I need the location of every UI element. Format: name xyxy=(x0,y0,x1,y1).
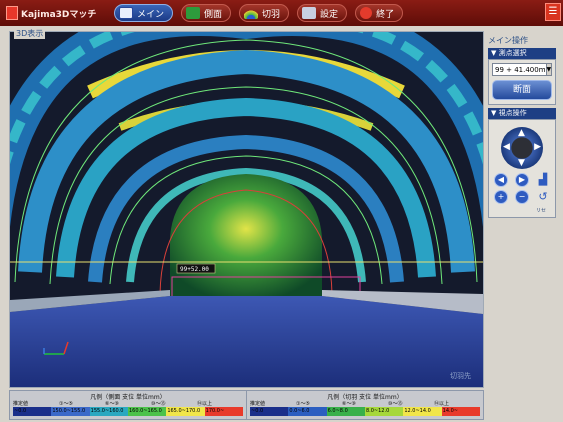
main-view-icon xyxy=(119,7,133,19)
face-tab-button[interactable]: 切羽 xyxy=(239,4,290,22)
main-tab-button[interactable]: メイン xyxy=(114,4,174,22)
legend-head: ⑥〜⑨ xyxy=(342,401,356,407)
reset-view-icon[interactable]: ↺ xyxy=(536,190,550,204)
app-title: Kajima3Dマッチ xyxy=(21,9,97,20)
side-view-icon xyxy=(186,7,201,19)
tunnel-floor xyxy=(10,296,483,387)
face-legend-swatches: ~0.0 0.0~6.0 6.0~8.0 8.0~12.0 12.0~14.0 14.0~ xyxy=(250,407,480,416)
tunnel-3d-view[interactable]: 99+52.00 切羽先 xyxy=(9,31,484,388)
exit-button[interactable]: 終了 xyxy=(355,4,404,22)
zoom-in-icon[interactable]: + xyxy=(494,190,508,204)
tunnel-3d-render[interactable]: 99+52.00 xyxy=(10,32,483,387)
reset-label: リセ xyxy=(535,208,546,214)
rotate-row: ◀ ▶ ▟ xyxy=(494,173,550,187)
arrow-right-icon[interactable]: ▶ xyxy=(534,142,541,152)
face-tab-label: 切羽 xyxy=(262,9,281,20)
legend-head: ⑥〜⑨ xyxy=(105,401,119,407)
kajima-logo-icon xyxy=(6,6,18,20)
legend-head: ⑩〜⑬ xyxy=(388,401,403,407)
station-select-section: 99 + 41.400m ▼ 断面 xyxy=(488,59,556,105)
view-panel-caption: 3D表示 xyxy=(14,28,46,39)
side-tab-label: 側面 xyxy=(204,9,223,20)
side-legend-swatches: ~0.0 150.0~155.0 155.0~160.0 160.0~165.0 165… xyxy=(13,407,243,416)
tunnel-face xyxy=(170,174,322,296)
arrow-up-icon[interactable]: ▲ xyxy=(518,128,525,138)
side-legend: 凡例（側面 支位 単位mm） 推定値 ①〜⑤ ⑥〜⑨ ⑩〜⑬ ⑭以上 ~0.0 1… xyxy=(10,391,246,419)
app-brand: Kajima3Dマッチ xyxy=(6,6,114,20)
legend-swatch: ~0.0 xyxy=(13,407,52,416)
side-legend-title: 凡例（側面 支位 単位mm） xyxy=(90,394,166,401)
legend-head: ①〜⑤ xyxy=(59,401,73,407)
main-operation-panel: メイン操作 ▼ 測点選択 99 + 41.400m ▼ 断面 ▼ 視点操作 ▲ … xyxy=(488,35,556,235)
chevron-down-icon[interactable]: ▼ xyxy=(545,64,552,75)
legend-swatch: 0.0~6.0 xyxy=(288,407,327,416)
face-legend-heads: 推定値 ①〜⑤ ⑥〜⑨ ⑩〜⑬ ⑭以上 xyxy=(250,400,480,407)
main-tab-label: メイン xyxy=(137,9,165,20)
face-legend-title: 凡例（切羽 支位 単位mm） xyxy=(327,394,403,401)
legend-swatch: ~0.0 xyxy=(250,407,289,416)
legend-swatch: 8.0~12.0 xyxy=(364,407,404,416)
settings-button[interactable]: 設定 xyxy=(297,4,348,22)
site-mark: 切羽先 xyxy=(450,372,471,380)
settings-label: 設定 xyxy=(320,9,339,20)
legend-head: ⑭以上 xyxy=(197,401,213,407)
operation-panel-caption: メイン操作 xyxy=(488,36,528,45)
legend-head: ⑭以上 xyxy=(434,401,450,407)
legend-head: ①〜⑤ xyxy=(296,401,310,407)
tunnel-face-icon xyxy=(244,7,259,19)
close-icon xyxy=(360,7,373,19)
camera-icon[interactable]: ▟ xyxy=(536,173,550,187)
station-dropdown-value: 99 + 41.400m xyxy=(495,65,546,74)
side-legend-heads: 推定値 ①〜⑤ ⑥〜⑨ ⑩〜⑬ ⑭以上 xyxy=(13,400,243,407)
arrow-down-icon[interactable]: ▼ xyxy=(518,158,525,168)
legend-swatch: 165.0~170.0 xyxy=(166,407,205,416)
face-legend: 凡例（切羽 支位 単位mm） 推定値 ①〜⑤ ⑥〜⑨ ⑩〜⑬ ⑭以上 ~0.0 0… xyxy=(246,391,483,419)
rotate-left-icon[interactable]: ◀ xyxy=(494,173,508,187)
view-control-header: ▼ 視点操作 xyxy=(488,108,556,119)
side-tab-button[interactable]: 側面 xyxy=(181,4,232,22)
station-tag: 99+52.00 xyxy=(180,266,209,273)
settings-icon xyxy=(302,7,317,19)
zoom-out-icon[interactable]: − xyxy=(515,190,529,204)
cross-section-button[interactable]: 断面 xyxy=(492,80,552,100)
legend-head: 推定値 xyxy=(250,401,266,407)
window-menu-button[interactable]: ☰ xyxy=(545,3,561,21)
direction-pad[interactable]: ▲ ▼ ◀ ▶ xyxy=(501,127,543,169)
zoom-row: + − ↺ xyxy=(494,190,550,204)
legend-swatch: 170.0~ xyxy=(204,407,243,416)
legend-swatch: 6.0~8.0 xyxy=(326,407,365,416)
rotate-right-icon[interactable]: ▶ xyxy=(515,173,529,187)
legend-swatch: 14.0~ xyxy=(441,407,480,416)
legend-swatch: 160.0~165.0 xyxy=(127,407,167,416)
legend-swatch: 155.0~160.0 xyxy=(89,407,128,416)
legend-bar: 凡例（側面 支位 単位mm） 推定値 ①〜⑤ ⑥〜⑨ ⑩〜⑬ ⑭以上 ~0.0 1… xyxy=(9,390,484,420)
legend-swatch: 150.0~155.0 xyxy=(51,407,90,416)
arrow-left-icon[interactable]: ◀ xyxy=(503,142,510,152)
station-dropdown[interactable]: 99 + 41.400m ▼ xyxy=(492,63,552,76)
view-control-section: ▲ ▼ ◀ ▶ ◀ ▶ ▟ + − ↺ リセ xyxy=(488,119,556,218)
legend-swatch: 12.0~14.0 xyxy=(403,407,442,416)
exit-label: 終了 xyxy=(376,9,395,20)
top-navigation-bar: Kajima3Dマッチ メイン 側面 切羽 設定 終了 ☰ xyxy=(0,0,563,26)
legend-head: ⑩〜⑬ xyxy=(151,401,166,407)
station-select-header: ▼ 測点選択 xyxy=(488,48,556,59)
legend-head: 推定値 xyxy=(13,401,29,407)
